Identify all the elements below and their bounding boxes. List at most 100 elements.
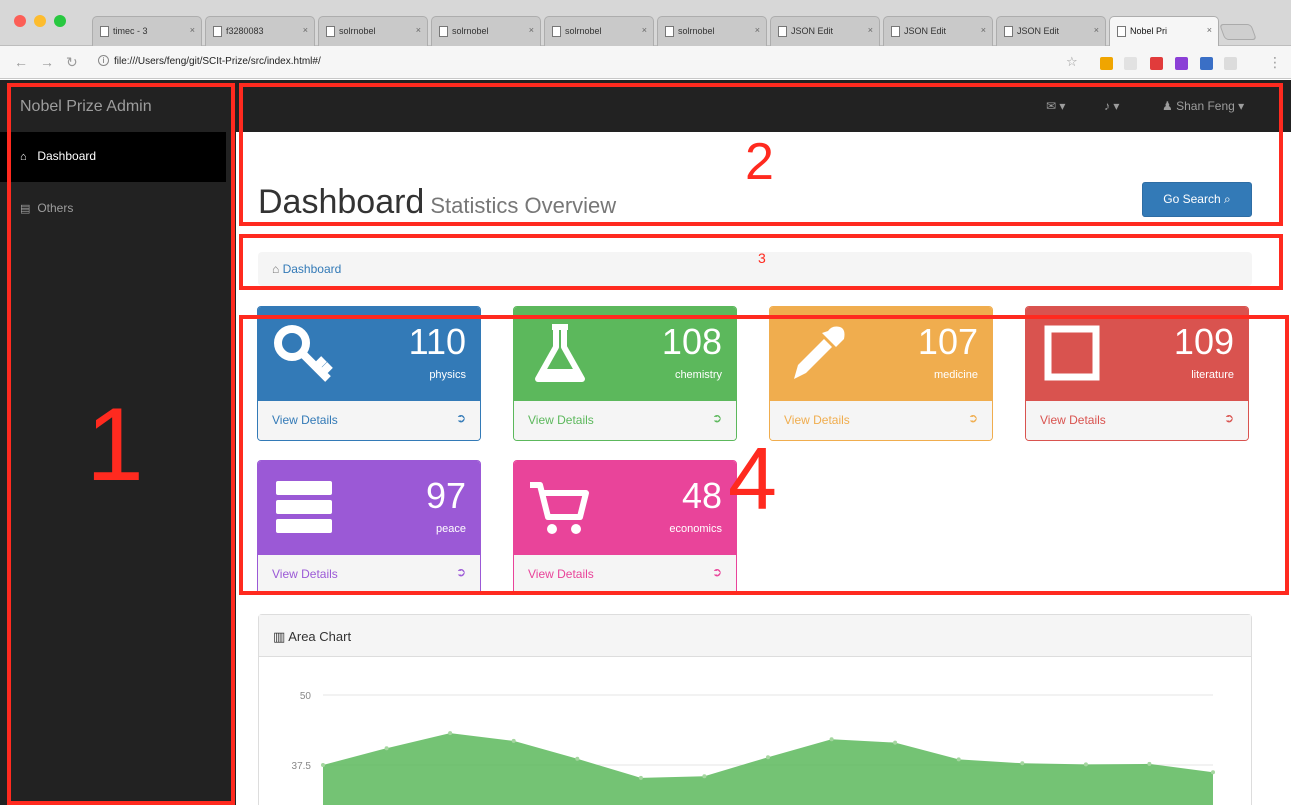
tab-title: solrnobel [565,26,602,36]
tab-title: JSON Edit [1017,26,1060,36]
close-tab-icon[interactable]: × [1094,25,1099,35]
arrow-circle-icon: ➲ [967,411,978,425]
view-details-link[interactable]: View Details ➲ [1026,401,1248,440]
user-dropdown[interactable]: ♟ Shan Feng ▾ [1162,99,1244,113]
stat-card-header: 97 peace [258,461,480,555]
data-point[interactable] [384,746,389,751]
data-point[interactable] [702,774,707,779]
stat-card-header: 110 physics [258,307,480,401]
messages-dropdown[interactable]: ✉ ▾ [1046,99,1065,113]
sidebar-item-others[interactable]: ▤ Others [0,184,226,234]
caret-icon: ▾ [1059,99,1066,113]
browser-tab[interactable]: timec - 3 × [92,16,202,46]
close-tab-icon[interactable]: × [1207,25,1212,35]
arrow-circle-icon: ➲ [455,411,466,425]
view-details-link[interactable]: View Details ➲ [514,401,736,440]
page-icon [1117,26,1126,37]
browser-tab[interactable]: solrnobel × [431,16,541,46]
page-title: Dashboard Statistics Overview [258,183,616,222]
extension-icon[interactable] [1175,57,1188,70]
browser-tab[interactable]: solrnobel × [318,16,428,46]
page-icon [100,26,109,37]
new-tab-button[interactable] [1219,24,1257,40]
chart-title: Area Chart [288,629,352,644]
data-point[interactable] [1083,762,1088,767]
tab-title: solrnobel [452,26,489,36]
cart-icon [530,482,589,534]
extension-icon[interactable] [1200,57,1213,70]
sidebar-item-label: Others [37,201,74,215]
view-details-link[interactable]: View Details ➲ [514,555,736,594]
eyedropper-icon [794,326,845,379]
close-window-button[interactable] [14,15,26,27]
close-tab-icon[interactable]: × [416,25,421,35]
annotation-label-2: 2 [745,133,774,191]
browser-tab[interactable]: JSON Edit × [996,16,1106,46]
view-details-link[interactable]: View Details ➲ [258,555,480,594]
browser-tab[interactable]: JSON Edit × [770,16,880,46]
page-icon [891,26,900,37]
view-details-link[interactable]: View Details ➲ [770,401,992,440]
data-point[interactable] [511,738,516,743]
extension-icon[interactable] [1100,57,1113,70]
data-point[interactable] [893,740,898,745]
stat-count: 107 [917,321,978,362]
page-icon [1004,26,1013,37]
view-details-link[interactable]: View Details ➲ [258,401,480,440]
arrow-circle-icon: ➲ [711,411,722,425]
stat-card-literature: 109 literature View Details ➲ [1025,306,1249,441]
close-tab-icon[interactable]: × [642,25,647,35]
stat-count: 109 [1173,321,1234,362]
forward-icon[interactable]: → [40,54,54,70]
extension-icon[interactable] [1150,57,1163,70]
url-text: file:///Users/feng/git/SCIt-Prize/src/in… [114,56,321,67]
back-icon[interactable]: ← [14,54,28,70]
data-point[interactable] [575,756,580,761]
bookmark-star-icon[interactable]: ☆ [1066,54,1078,70]
close-tab-icon[interactable]: × [868,25,873,35]
data-point[interactable] [1147,761,1152,766]
browser-address-bar: ← → ↻ i file:///Users/feng/git/SCIt-Priz… [0,46,1291,79]
bar-chart-icon: ▥ [273,629,286,644]
data-point[interactable] [1020,761,1025,766]
close-tab-icon[interactable]: × [755,25,760,35]
data-point[interactable] [448,731,453,736]
breadcrumb-dashboard-link[interactable]: Dashboard [283,262,342,276]
data-point[interactable] [956,757,961,762]
close-tab-icon[interactable]: × [529,25,534,35]
data-point[interactable] [766,755,770,760]
minimize-window-button[interactable] [34,15,46,27]
stat-card-economics: 48 economics View Details ➲ [513,460,737,595]
bell-icon: ♪ [1104,99,1110,113]
data-point[interactable] [638,775,643,780]
url-input[interactable]: i file:///Users/feng/git/SCIt-Prize/src/… [96,52,1096,73]
browser-tab[interactable]: solrnobel × [657,16,767,46]
caret-icon: ▾ [1113,99,1120,113]
go-search-button[interactable]: Go Search ⌕ [1142,182,1252,217]
browser-tab[interactable]: f3280083 × [205,16,315,46]
page-icon [439,26,448,37]
reload-icon[interactable]: ↻ [66,54,78,71]
browser-tab[interactable]: solrnobel × [544,16,654,46]
annotation-label-4: 4 [728,429,777,528]
chart-header: ▥ Area Chart [259,615,1251,657]
dashboard-icon: ⌂ [20,151,27,163]
sidebar-item-dashboard[interactable]: ⌂ Dashboard [0,132,226,182]
browser-menu-icon[interactable]: ⋮ [1268,54,1282,71]
stat-card-chemistry: 108 chemistry View Details ➲ [513,306,737,441]
alerts-dropdown[interactable]: ♪ ▾ [1104,99,1119,113]
data-point[interactable] [829,737,834,742]
browser-tab[interactable]: JSON Edit × [883,16,993,46]
close-tab-icon[interactable]: × [190,25,195,35]
page-info-icon[interactable]: i [98,55,109,66]
data-point[interactable] [321,763,325,767]
brand-title[interactable]: Nobel Prize Admin [20,98,152,116]
zoom-window-button[interactable] [54,15,66,27]
extension-icon[interactable] [1224,57,1237,70]
page-subtitle: Statistics Overview [430,193,617,218]
browser-tab[interactable]: Nobel Pri × [1109,16,1219,46]
close-tab-icon[interactable]: × [303,25,308,35]
extension-icon[interactable] [1124,57,1137,70]
close-tab-icon[interactable]: × [981,25,986,35]
data-point[interactable] [1211,770,1215,775]
